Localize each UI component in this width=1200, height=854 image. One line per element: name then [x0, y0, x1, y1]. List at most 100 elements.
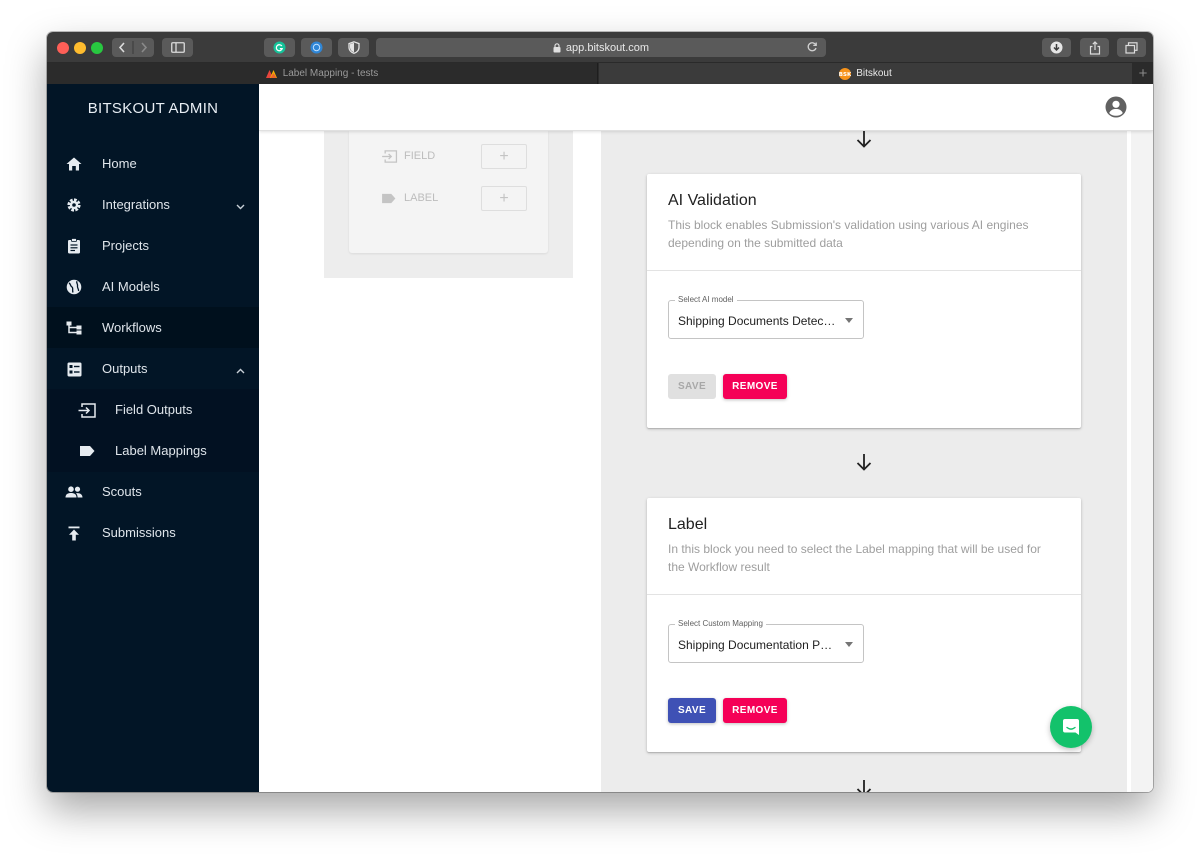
address-bar[interactable]: app.bitskout.com — [376, 38, 826, 57]
sidebar-item-projects[interactable]: Projects — [47, 225, 259, 266]
shield-icon — [347, 41, 360, 54]
bitskout-favicon-icon: BSK — [839, 67, 852, 80]
close-window-button[interactable] — [57, 42, 69, 54]
select-value: Shipping Documents Detection — [678, 314, 838, 328]
label-icon — [78, 442, 96, 460]
sidebar-item-label: Scouts — [102, 484, 142, 499]
browser-toolbar: app.bitskout.com — [47, 32, 1153, 63]
add-field-block-button[interactable]: + — [481, 144, 527, 169]
sidebar-item-scouts[interactable]: Scouts — [47, 471, 259, 512]
browser-tab-title: Label Mapping - tests — [282, 68, 379, 79]
browser-tab-bitskout[interactable]: BSK Bitskout — [599, 63, 1132, 84]
block-body: Select AI model Shipping Documents Detec… — [647, 271, 1081, 428]
tab-bar: Label Mapping - tests BSK Bitskout + — [47, 63, 1153, 84]
browser-window: app.bitskout.com Label Mapping - tests B… — [47, 32, 1153, 792]
share-button[interactable] — [1080, 38, 1109, 57]
sidebar-item-outputs[interactable]: Outputs — [47, 348, 259, 389]
extension-globe-button[interactable] — [301, 38, 332, 57]
sidebar-item-label-mappings[interactable]: Label Mappings — [47, 430, 259, 471]
back-forward-icon — [118, 41, 148, 54]
sidebar-toggle-button[interactable] — [162, 38, 193, 57]
grammarly-icon — [273, 41, 286, 54]
ai-model-select[interactable]: Select AI model Shipping Documents Detec… — [668, 295, 864, 339]
app-header — [259, 84, 1153, 131]
tab-overview-icon — [1125, 41, 1138, 54]
svg-text:BSK: BSK — [839, 72, 851, 78]
home-icon — [65, 155, 83, 173]
palette-label-label: LABEL — [404, 192, 439, 204]
workflow-canvas: AI Validation This block enables Submiss… — [601, 131, 1127, 792]
sidebar-item-submissions[interactable]: Submissions — [47, 512, 259, 553]
sidebar-item-ai-models[interactable]: AI Models — [47, 266, 259, 307]
address-url: app.bitskout.com — [565, 41, 650, 54]
browser-tab-title: Bitskout — [856, 68, 892, 79]
chat-icon — [1063, 719, 1079, 735]
caret-down-icon — [845, 642, 853, 647]
arrow-down-icon — [856, 131, 872, 148]
block-body: Select Custom Mapping Shipping Documenta… — [647, 595, 1081, 752]
block-title: Label — [668, 516, 708, 533]
gear-icon — [65, 196, 83, 214]
clipboard-icon — [65, 237, 83, 255]
select-value: Shipping Documentation PDFs — [678, 638, 838, 652]
upload-icon — [65, 524, 83, 542]
sidebar: BITSKOUT ADMIN Home Integrations Project… — [47, 84, 259, 792]
account-icon[interactable] — [1105, 96, 1127, 118]
download-icon — [1050, 41, 1063, 54]
people-icon — [65, 483, 83, 501]
list-icon — [65, 360, 83, 378]
sidebar-item-field-outputs[interactable]: Field Outputs — [47, 389, 259, 430]
sidebar-item-integrations[interactable]: Integrations — [47, 184, 259, 225]
add-label-block-button[interactable]: + — [481, 186, 527, 211]
sidebar-item-label: Label Mappings — [115, 443, 207, 458]
share-icon — [1089, 40, 1100, 55]
input-icon — [381, 149, 399, 163]
workflow-editor: FIELD + LABEL + AI Validation This block… — [279, 131, 1131, 792]
chevron-up-icon — [236, 362, 245, 377]
tab-overview-button[interactable] — [1117, 38, 1146, 57]
workflow-icon — [65, 319, 83, 337]
block-header: Label In this block you need to select t… — [647, 498, 1081, 595]
extension-grammarly-button[interactable] — [264, 38, 295, 57]
select-label: Select Custom Mapping — [675, 619, 766, 628]
reload-icon[interactable] — [806, 41, 818, 56]
sidebar-item-home[interactable]: Home — [47, 143, 259, 184]
sidebar-toggle-icon — [170, 42, 185, 53]
palette-field-label: FIELD — [404, 150, 436, 162]
browser-tab-label-mapping[interactable]: Label Mapping - tests — [47, 63, 598, 84]
sidebar-item-label: Outputs — [102, 361, 148, 376]
back-forward-buttons[interactable] — [112, 38, 154, 57]
custom-mapping-select[interactable]: Select Custom Mapping Shipping Documenta… — [668, 619, 864, 663]
palette-field-block[interactable]: FIELD — [381, 144, 435, 168]
block-description: This block enables Submission's validati… — [668, 218, 1029, 250]
app-root: BITSKOUT ADMIN Home Integrations Project… — [47, 84, 1153, 792]
extension-shield-button[interactable] — [338, 38, 369, 57]
downloads-button[interactable] — [1042, 38, 1071, 57]
sidebar-item-label: Integrations — [102, 197, 170, 212]
chat-launcher-button[interactable] — [1050, 706, 1092, 748]
zoom-window-button[interactable] — [91, 42, 103, 54]
sidebar-item-workflows[interactable]: Workflows — [47, 307, 259, 348]
sidebar-item-label: AI Models — [102, 279, 160, 294]
palette-label-block[interactable]: LABEL — [381, 186, 438, 210]
extension-globe-icon — [310, 41, 323, 54]
save-button[interactable]: SAVE — [668, 698, 716, 723]
sidebar-item-label: Field Outputs — [115, 402, 193, 417]
save-button[interactable]: SAVE — [668, 374, 716, 399]
main-content: FIELD + LABEL + AI Validation This block… — [259, 131, 1153, 792]
label-block: Label In this block you need to select t… — [647, 498, 1081, 752]
remove-button[interactable]: REMOVE — [723, 698, 787, 723]
block-palette: FIELD + LABEL + — [349, 131, 548, 253]
label-mapping-favicon-icon — [265, 69, 278, 79]
scroll-gutter — [1131, 131, 1153, 792]
block-description: In this block you need to select the Lab… — [668, 542, 1041, 574]
ai-validation-block: AI Validation This block enables Submiss… — [647, 174, 1081, 428]
block-header: AI Validation This block enables Submiss… — [647, 174, 1081, 271]
remove-button[interactable]: REMOVE — [723, 374, 787, 399]
sidebar-item-label: Submissions — [102, 525, 176, 540]
arrow-down-icon — [856, 780, 872, 792]
new-tab-button[interactable]: + — [1133, 63, 1153, 84]
brand-title: BITSKOUT ADMIN — [47, 84, 259, 132]
input-icon — [78, 401, 96, 419]
minimize-window-button[interactable] — [74, 42, 86, 54]
